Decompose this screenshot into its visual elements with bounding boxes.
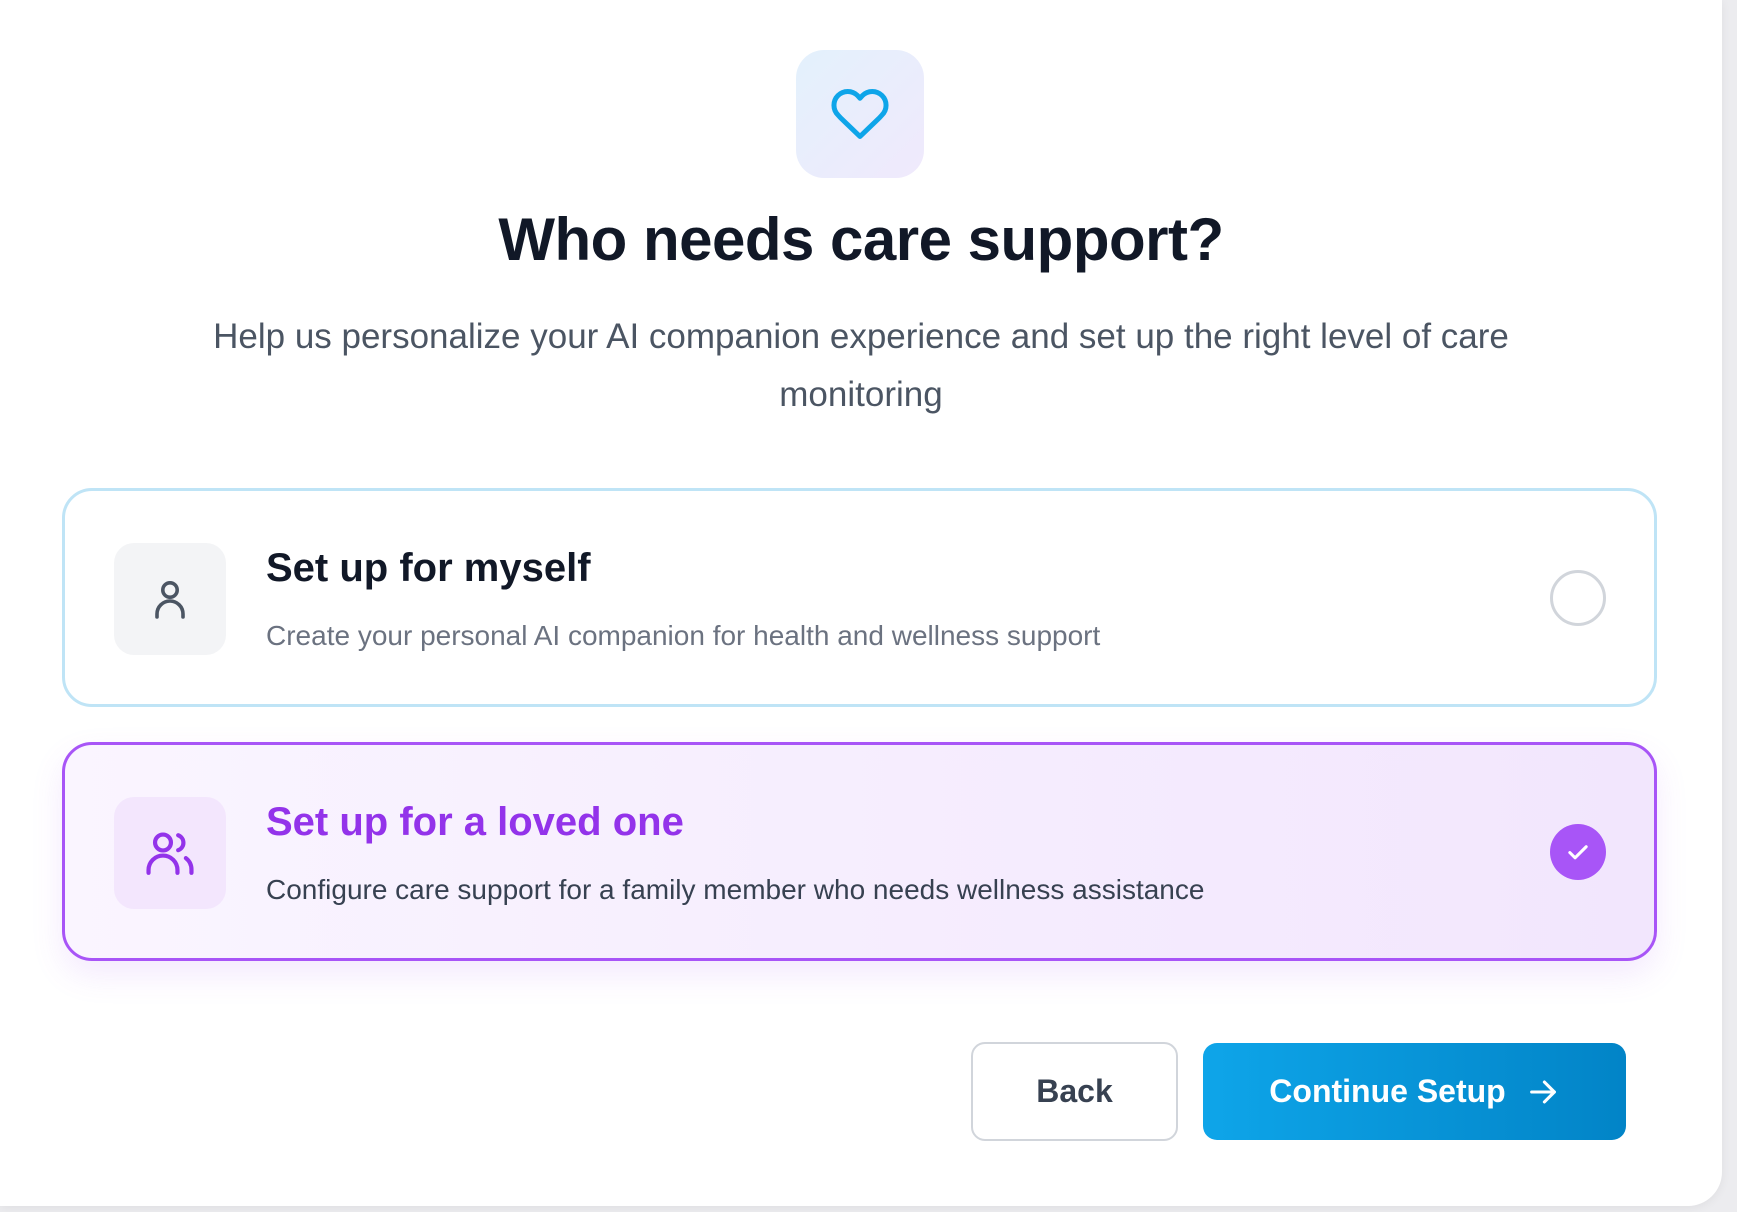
- page-subtitle: Help us personalize your AI companion ex…: [213, 317, 1509, 414]
- onboarding-card: Who needs care support? Help us personal…: [0, 0, 1722, 1206]
- heart-icon: [831, 88, 889, 139]
- arrow-right-icon: [1529, 1080, 1556, 1103]
- option-icon-container: [114, 797, 226, 909]
- radio-unselected[interactable]: [1550, 570, 1606, 626]
- continue-setup-button[interactable]: Continue Setup: [1203, 1043, 1626, 1140]
- hero-icon-container: [796, 50, 924, 178]
- option-title: Set up for a loved one: [266, 800, 684, 844]
- users-icon: [146, 832, 194, 875]
- continue-setup-label: Continue Setup: [1269, 1073, 1506, 1109]
- option-title: Set up for myself: [266, 546, 591, 590]
- option-set-up-for-myself[interactable]: Set up for myself Create your personal A…: [62, 488, 1657, 707]
- radio-selected[interactable]: [1550, 824, 1606, 880]
- option-icon-container: [114, 543, 226, 655]
- option-description: Create your personal AI companion for he…: [266, 620, 1101, 651]
- option-set-up-for-loved-one[interactable]: Set up for a loved one Configure care su…: [62, 742, 1657, 961]
- back-button[interactable]: Back: [971, 1042, 1178, 1141]
- page-title: Who needs care support?: [498, 206, 1224, 273]
- option-description: Configure care support for a family memb…: [266, 874, 1205, 905]
- check-icon: [1568, 845, 1588, 860]
- user-icon: [155, 581, 185, 619]
